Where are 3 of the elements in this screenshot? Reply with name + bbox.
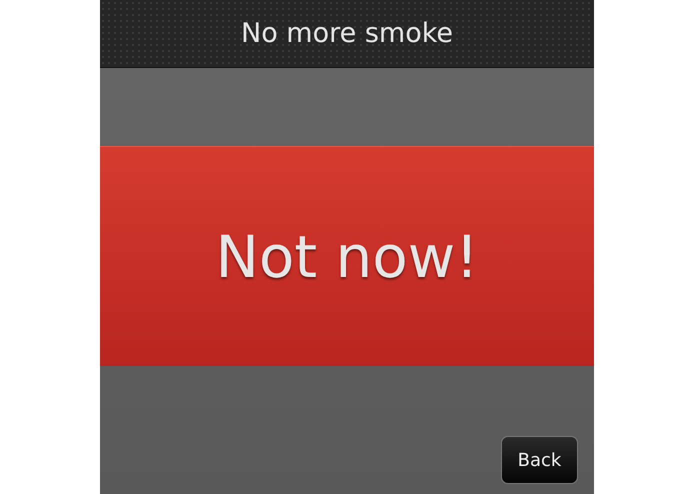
message-banner[interactable]: Not now! <box>100 146 594 366</box>
back-button[interactable]: Back <box>501 436 578 484</box>
screen-title: No more smoke <box>241 18 453 49</box>
